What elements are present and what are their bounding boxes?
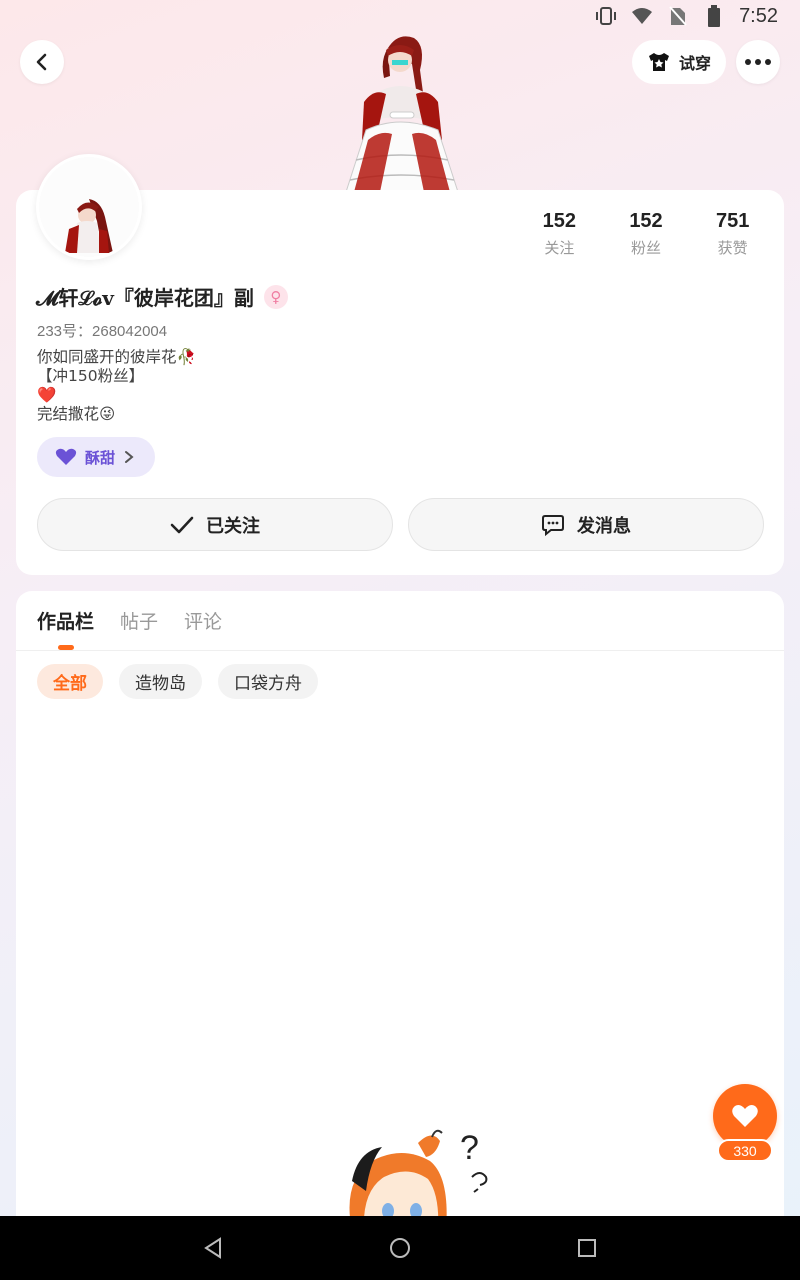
bio-line: ❤️	[37, 386, 57, 404]
triangle-back-icon	[204, 1237, 222, 1259]
likes-label: 获赞	[717, 239, 748, 257]
tshirt-icon	[648, 53, 669, 71]
followers-stat[interactable]: 152 粉丝	[603, 210, 690, 258]
like-count-badge: 330	[717, 1139, 773, 1162]
chevron-right-icon	[125, 451, 134, 463]
checkmark-icon	[170, 516, 194, 533]
followers-label: 粉丝	[631, 239, 662, 257]
empty-state-mascot-image: ?	[349, 1129, 488, 1231]
username: 𝓜轩ℒ𝓸v『彼岸花团』副	[36, 286, 254, 310]
profile-card: 152 关注 152 粉丝 751 获赞 𝓜轩ℒ𝓸v『彼岸花团』副 ♀ 233号…	[16, 190, 784, 575]
likes-stat[interactable]: 751 获赞	[689, 210, 776, 258]
bio-line: 【冲150粉丝】	[37, 367, 145, 385]
bio-line: 完结撒花😜	[37, 405, 116, 423]
filter-chip-creation-island[interactable]: 造物岛	[119, 664, 202, 699]
status-bar: 7:52	[0, 0, 800, 32]
followed-button[interactable]: 已关注	[37, 498, 393, 551]
more-button[interactable]	[736, 40, 780, 84]
tabs-divider	[16, 650, 784, 651]
chevron-left-icon	[36, 53, 47, 71]
try-on-button[interactable]: 试穿	[632, 40, 726, 84]
tab-posts[interactable]: 帖子	[120, 607, 158, 651]
status-time: 7:52	[739, 4, 778, 27]
level-badge-label: 酥甜	[85, 448, 116, 467]
user-id: 233号：268042004	[37, 323, 168, 340]
bio: 你如同盛开的彼岸花🥀 【冲150粉丝】 ❤️ 完结撒花😜	[37, 348, 196, 424]
purple-heart-icon	[55, 448, 77, 465]
username-row: 𝓜轩ℒ𝓸v『彼岸花团』副 ♀	[36, 282, 288, 311]
category-filters: 全部 造物岛 口袋方舟	[37, 664, 318, 699]
vibrate-icon	[595, 5, 617, 27]
chat-bubble-icon	[542, 514, 564, 536]
try-on-label: 试穿	[678, 54, 711, 73]
system-navigation-bar	[0, 1216, 800, 1280]
square-recents-icon	[577, 1239, 596, 1257]
svg-text:?: ?	[460, 1129, 479, 1167]
more-dots-icon	[745, 59, 771, 65]
level-badge[interactable]: 酥甜	[37, 437, 155, 477]
character-figure-image	[345, 36, 459, 192]
likes-count: 751	[715, 210, 750, 232]
battery-icon	[703, 5, 725, 27]
wifi-icon	[631, 5, 653, 27]
avatar[interactable]	[36, 154, 142, 260]
following-label: 关注	[544, 239, 575, 257]
followers-count: 152	[629, 210, 663, 232]
following-stat[interactable]: 152 关注	[516, 210, 603, 258]
works-section: 作品栏 帖子 评论 全部 造物岛 口袋方舟 ?	[16, 591, 784, 1231]
send-message-button[interactable]: 发消息	[408, 498, 764, 551]
bio-line: 你如同盛开的彼岸花🥀	[37, 348, 196, 366]
nav-recents-button[interactable]	[567, 1228, 607, 1268]
nav-back-button[interactable]	[193, 1228, 233, 1268]
send-message-label: 发消息	[577, 515, 631, 537]
nav-home-button[interactable]	[380, 1228, 420, 1268]
no-sim-icon	[667, 5, 689, 27]
followed-label: 已关注	[206, 515, 260, 537]
stats-row: 152 关注 152 粉丝 751 获赞	[516, 210, 776, 258]
heart-icon	[732, 1105, 758, 1127]
back-button[interactable]	[20, 40, 64, 84]
avatar-image	[39, 157, 139, 257]
filter-chip-all[interactable]: 全部	[37, 664, 103, 699]
female-gender-icon: ♀	[263, 284, 288, 309]
following-count: 152	[542, 210, 577, 232]
tab-comments[interactable]: 评论	[184, 607, 222, 651]
circle-home-icon	[389, 1238, 410, 1258]
filter-chip-pocket-ark[interactable]: 口袋方舟	[218, 664, 318, 699]
